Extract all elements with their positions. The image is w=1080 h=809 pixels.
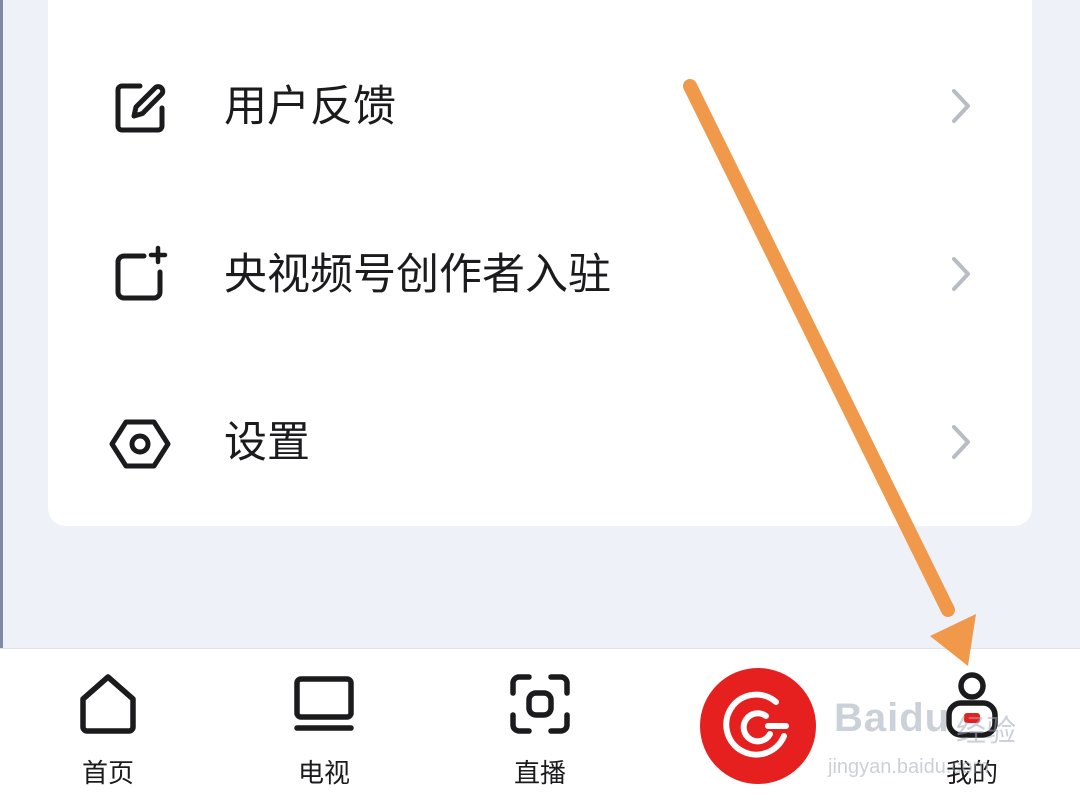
menu-item-label: 设置	[224, 418, 310, 468]
chevron-right-icon	[952, 257, 970, 291]
home-icon	[80, 674, 136, 734]
tab-label: 首页	[81, 759, 134, 789]
menu-item-settings[interactable]: 设置	[48, 384, 1032, 504]
chevron-right-icon	[952, 425, 970, 459]
tab-label: 我的	[945, 759, 998, 789]
chevron-right-icon	[952, 89, 970, 123]
settings-hexagon-icon	[109, 419, 171, 469]
menu-card: 用户反馈 央视频号创作者入驻 设置	[48, 0, 1032, 526]
bottom-tab-bar: 首页 电视 直播 我的	[0, 648, 1080, 809]
add-square-icon	[115, 245, 168, 301]
menu-item-label: 央视频号创作者入驻	[224, 250, 611, 300]
user-icon	[946, 672, 998, 738]
tab-home[interactable]: 首页	[38, 649, 178, 809]
tab-label: 电视	[297, 759, 350, 789]
live-icon	[510, 674, 570, 734]
tab-label: 直播	[513, 759, 566, 789]
menu-item-creator-signup[interactable]: 央视频号创作者入驻	[48, 216, 1032, 336]
tab-mine[interactable]: 我的	[902, 649, 1042, 809]
menu-item-feedback[interactable]: 用户反馈	[48, 48, 1032, 168]
edit-icon	[115, 83, 166, 133]
left-edge-strip	[0, 0, 3, 648]
tab-live[interactable]: 直播	[470, 649, 610, 809]
menu-item-label: 用户反馈	[224, 82, 396, 132]
center-cctv-button[interactable]	[700, 668, 816, 784]
tab-tv[interactable]: 电视	[254, 649, 394, 809]
cctv-logo-icon	[723, 691, 789, 758]
tv-icon	[294, 676, 354, 731]
